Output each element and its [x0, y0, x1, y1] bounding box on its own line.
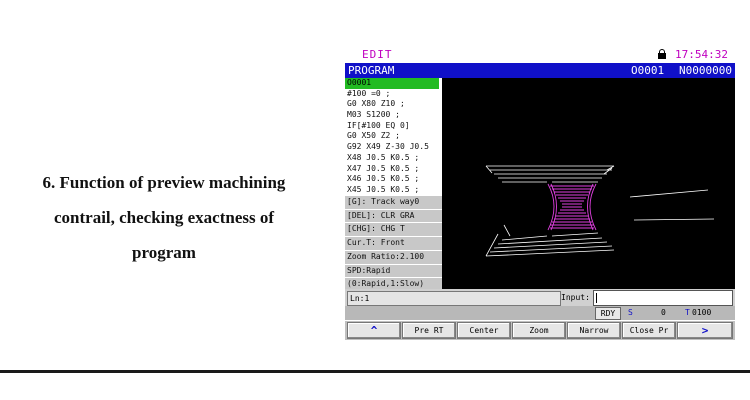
info-change-tool: [CHG]: CHG T — [345, 223, 442, 238]
softkey-center[interactable]: Center — [457, 322, 511, 339]
cnc-screen: EDIT 17:54:32 PROGRAM O0001 N0000000 O00… — [345, 46, 735, 340]
code-line[interactable]: X48 J0.5 K0.5 ; — [345, 153, 442, 164]
status-badge: RDY — [595, 307, 621, 320]
code-line[interactable]: G92 X49 Z-30 J0.5 — [345, 142, 442, 153]
softkey-bar: ^ Pre RT Center Zoom Narrow Close Pr > — [345, 321, 735, 340]
program-number: O0001 — [631, 64, 665, 77]
caption-line-1: 6. Function of preview machining — [42, 173, 286, 192]
softkey-up[interactable]: ^ — [347, 322, 401, 339]
info-clear-graphics: [DEL]: CLR GRA — [345, 210, 442, 224]
toolpath-preview[interactable] — [442, 78, 735, 289]
softkey-next[interactable]: > — [677, 322, 733, 339]
lock-icon — [658, 49, 666, 59]
tool-label: T — [685, 308, 690, 317]
code-line[interactable]: #100 =0 ; — [345, 89, 442, 100]
spindle-value: 0 — [661, 308, 666, 317]
title-bar: PROGRAM O0001 N0000000 — [345, 63, 735, 78]
feature-caption: 6. Function of preview machining contrai… — [18, 165, 310, 270]
code-line[interactable]: X45 J0.5 K0.5 ; — [345, 185, 442, 196]
program-code-list[interactable]: O0001 #100 =0 ; G0 X80 Z10 ; M03 S1200 ;… — [345, 78, 443, 196]
info-current-tool: Cur.T: Front — [345, 237, 442, 251]
code-line[interactable]: M03 S1200 ; — [345, 110, 442, 121]
machine-status-row: RDY S 0 T 0100 — [345, 306, 735, 320]
info-speed: SPD:Rapid — [345, 265, 442, 279]
code-line-current[interactable]: O0001 — [345, 78, 439, 89]
info-zoom-ratio: Zoom Ratio:2.100 — [345, 251, 442, 265]
text-cursor — [596, 293, 597, 303]
input-status-row: Ln:1 Input: — [345, 289, 735, 306]
command-input[interactable] — [593, 290, 733, 306]
status-header: EDIT 17:54:32 — [345, 46, 735, 63]
code-line[interactable]: X46 J0.5 K0.5 ; — [345, 174, 442, 185]
caption-line-3: program — [132, 243, 196, 262]
softkey-pre-rt[interactable]: Pre RT — [402, 322, 456, 339]
info-track-way: [G]: Track way0 — [345, 196, 442, 210]
block-number: N0000000 — [679, 64, 732, 77]
code-line[interactable]: G0 X50 Z2 ; — [345, 131, 442, 142]
mode-label: EDIT — [362, 48, 393, 61]
preview-info-panel: [G]: Track way0 [DEL]: CLR GRA [CHG]: CH… — [345, 196, 442, 292]
softkey-close-preview[interactable]: Close Pr — [622, 322, 676, 339]
softkey-zoom[interactable]: Zoom — [512, 322, 566, 339]
code-line[interactable]: IF[#100 EQ 0] — [345, 121, 442, 132]
toolpath-graphic — [485, 165, 715, 257]
line-number: Ln:1 — [347, 291, 561, 306]
input-label: Input: — [561, 293, 590, 302]
tool-value: 0100 — [692, 308, 712, 317]
spindle-label: S — [628, 308, 633, 317]
softkey-narrow[interactable]: Narrow — [567, 322, 621, 339]
page-title: PROGRAM — [348, 64, 395, 77]
divider — [0, 370, 750, 373]
code-line[interactable]: G0 X80 Z10 ; — [345, 99, 442, 110]
caption-line-2: contrail, checking exactness of — [53, 208, 275, 227]
code-line[interactable]: X47 J0.5 K0.5 ; — [345, 164, 442, 175]
clock: 17:54:32 — [675, 48, 728, 61]
